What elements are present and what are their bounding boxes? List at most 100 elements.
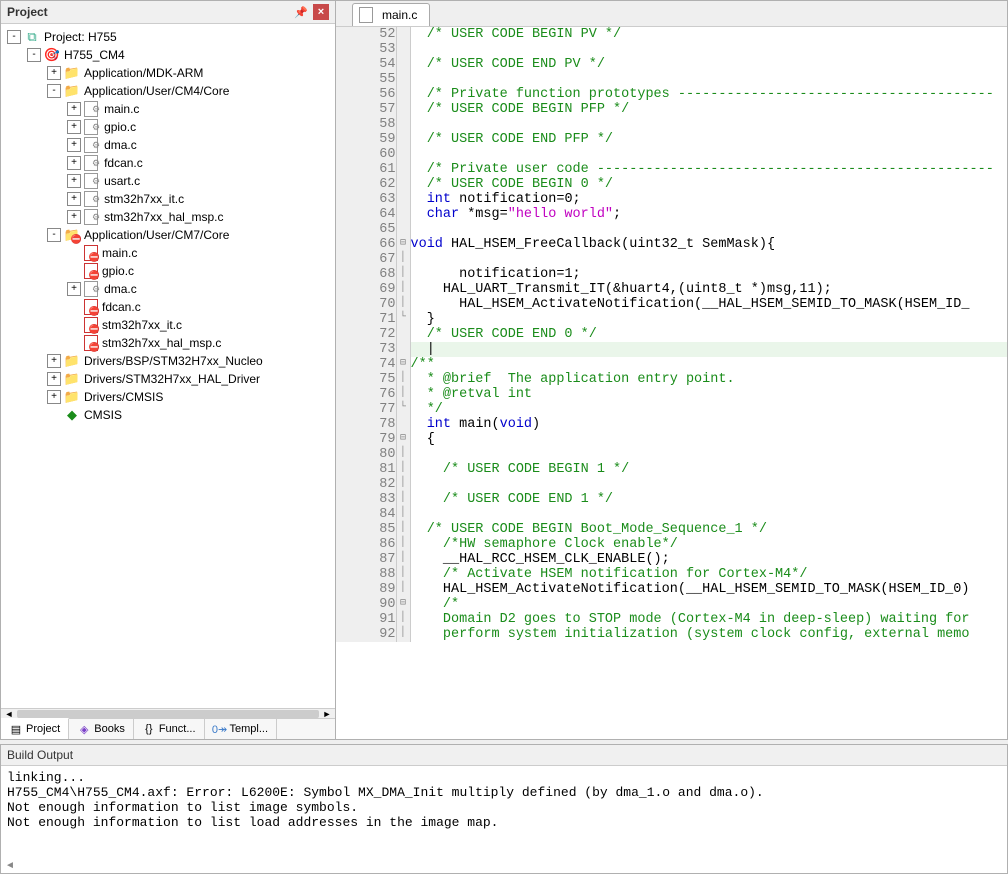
code-line[interactable]: 83│ /* USER CODE END 1 */ (336, 492, 1007, 507)
code-line[interactable]: 61 /* Private user code ----------------… (336, 162, 1007, 177)
panel-tab-project[interactable]: ▤ Project (1, 718, 69, 739)
code-line[interactable]: 63 int notification=0; (336, 192, 1007, 207)
code-content[interactable]: char *msg="hello world"; (410, 207, 1007, 222)
code-line[interactable]: 86│ /*HW semaphore Clock enable*/ (336, 537, 1007, 552)
tree-node[interactable]: ⛔gpio.c (3, 262, 333, 280)
fold-gutter[interactable]: │ (396, 627, 410, 642)
scroll-thumb[interactable] (17, 710, 319, 718)
tree-node[interactable]: ◆CMSIS (3, 406, 333, 424)
code-content[interactable] (410, 447, 1007, 462)
tree-node[interactable]: +⚙dma.c (3, 280, 333, 298)
code-line[interactable]: 91│ Domain D2 goes to STOP mode (Cortex-… (336, 612, 1007, 627)
code-content[interactable]: /* USER CODE END 1 */ (410, 492, 1007, 507)
code-line[interactable]: 92│ perform system initialization (syste… (336, 627, 1007, 642)
fold-gutter[interactable]: │ (396, 522, 410, 537)
scroll-right-arrow[interactable]: ► (321, 709, 333, 719)
code-content[interactable]: int main(void) (410, 417, 1007, 432)
code-content[interactable]: /* Private function prototypes ---------… (410, 87, 1007, 102)
code-line[interactable]: 52 /* USER CODE BEGIN PV */ (336, 27, 1007, 42)
code-content[interactable] (410, 42, 1007, 57)
fold-gutter[interactable]: │ (396, 372, 410, 387)
code-line[interactable]: 90⊟ /* (336, 597, 1007, 612)
panel-tab-books[interactable]: ◈ Books (69, 719, 134, 739)
code-content[interactable] (410, 72, 1007, 87)
fold-gutter[interactable]: ⊟ (396, 237, 410, 252)
code-content[interactable]: /* USER CODE BEGIN PFP */ (410, 102, 1007, 117)
tree-node[interactable]: +⚙stm32h7xx_it.c (3, 190, 333, 208)
fold-gutter[interactable]: │ (396, 567, 410, 582)
tree-node[interactable]: -📁Application/User/CM4/Core (3, 82, 333, 100)
code-content[interactable] (410, 477, 1007, 492)
code-content[interactable]: perform system initialization (system cl… (410, 627, 1007, 642)
fold-gutter[interactable]: │ (396, 537, 410, 552)
tree-node[interactable]: -⧉Project: H755 (3, 28, 333, 46)
scroll-left-arrow[interactable]: ◄ (3, 709, 15, 719)
fold-gutter[interactable]: ⊟ (396, 357, 410, 372)
expand-toggle[interactable]: + (67, 192, 81, 206)
fold-gutter[interactable]: │ (396, 447, 410, 462)
code-content[interactable]: /* Activate HSEM notification for Cortex… (410, 567, 1007, 582)
code-line[interactable]: 77└ */ (336, 402, 1007, 417)
code-line[interactable]: 66⊟void HAL_HSEM_FreeCallback(uint32_t S… (336, 237, 1007, 252)
code-content[interactable]: /* USER CODE BEGIN 0 */ (410, 177, 1007, 192)
code-content[interactable] (410, 117, 1007, 132)
code-content[interactable]: /* USER CODE BEGIN Boot_Mode_Sequence_1 … (410, 522, 1007, 537)
code-content[interactable] (410, 507, 1007, 522)
panel-tab-templates[interactable]: 0↠ Templ... (205, 719, 278, 739)
code-content[interactable]: notification=1; (410, 267, 1007, 282)
code-content[interactable]: /* (410, 597, 1007, 612)
expand-toggle[interactable]: + (47, 66, 61, 80)
fold-gutter[interactable]: │ (396, 267, 410, 282)
tree-node[interactable]: +📁Drivers/STM32H7xx_HAL_Driver (3, 370, 333, 388)
code-line[interactable]: 84│ (336, 507, 1007, 522)
tree-node[interactable]: +📁Application/MDK-ARM (3, 64, 333, 82)
code-content[interactable]: int notification=0; (410, 192, 1007, 207)
code-line[interactable]: 88│ /* Activate HSEM notification for Co… (336, 567, 1007, 582)
tree-node[interactable]: +⚙stm32h7xx_hal_msp.c (3, 208, 333, 226)
fold-gutter[interactable] (396, 132, 410, 147)
code-line[interactable]: 82│ (336, 477, 1007, 492)
tree-node[interactable]: +⚙fdcan.c (3, 154, 333, 172)
code-content[interactable]: } (410, 312, 1007, 327)
expand-toggle[interactable]: - (47, 228, 61, 242)
code-line[interactable]: 85│ /* USER CODE BEGIN Boot_Mode_Sequenc… (336, 522, 1007, 537)
fold-gutter[interactable] (396, 162, 410, 177)
code-content[interactable]: /* USER CODE END 0 */ (410, 327, 1007, 342)
code-content[interactable] (410, 252, 1007, 267)
fold-gutter[interactable] (396, 102, 410, 117)
build-output-body[interactable]: linking... H755_CM4\H755_CM4.axf: Error:… (1, 766, 1007, 860)
expand-toggle[interactable]: + (47, 372, 61, 386)
code-line[interactable]: 74⊟/** (336, 357, 1007, 372)
fold-gutter[interactable]: │ (396, 552, 410, 567)
editor-body[interactable]: 52 /* USER CODE BEGIN PV */5354 /* USER … (336, 27, 1007, 739)
tree-node[interactable]: +📁Drivers/BSP/STM32H7xx_Nucleo (3, 352, 333, 370)
code-content[interactable]: /* USER CODE END PV */ (410, 57, 1007, 72)
fold-gutter[interactable] (396, 42, 410, 57)
code-content[interactable]: | (410, 342, 1007, 357)
tree-node[interactable]: +📁Drivers/CMSIS (3, 388, 333, 406)
code-line[interactable]: 87│ __HAL_RCC_HSEM_CLK_ENABLE(); (336, 552, 1007, 567)
tree-node[interactable]: -📁⛔Application/User/CM7/Core (3, 226, 333, 244)
code-line[interactable]: 56 /* Private function prototypes ------… (336, 87, 1007, 102)
code-content[interactable]: { (410, 432, 1007, 447)
tree-node[interactable]: +⚙gpio.c (3, 118, 333, 136)
code-content[interactable]: __HAL_RCC_HSEM_CLK_ENABLE(); (410, 552, 1007, 567)
expand-toggle[interactable]: + (67, 138, 81, 152)
expand-toggle[interactable]: + (67, 174, 81, 188)
fold-gutter[interactable] (396, 207, 410, 222)
tree-node[interactable]: ⛔main.c (3, 244, 333, 262)
fold-gutter[interactable] (396, 192, 410, 207)
fold-gutter[interactable] (396, 72, 410, 87)
fold-gutter[interactable] (396, 57, 410, 72)
expand-toggle[interactable]: + (67, 120, 81, 134)
code-line[interactable]: 80│ (336, 447, 1007, 462)
code-line[interactable]: 76│ * @retval int (336, 387, 1007, 402)
editor-tab-main-c[interactable]: main.c (352, 3, 430, 26)
code-line[interactable]: 60 (336, 147, 1007, 162)
fold-gutter[interactable]: ⊟ (396, 597, 410, 612)
expand-toggle[interactable]: + (67, 156, 81, 170)
tree-node[interactable]: ⛔stm32h7xx_hal_msp.c (3, 334, 333, 352)
expand-toggle[interactable]: + (67, 282, 81, 296)
fold-gutter[interactable] (396, 27, 410, 42)
fold-gutter[interactable]: │ (396, 477, 410, 492)
